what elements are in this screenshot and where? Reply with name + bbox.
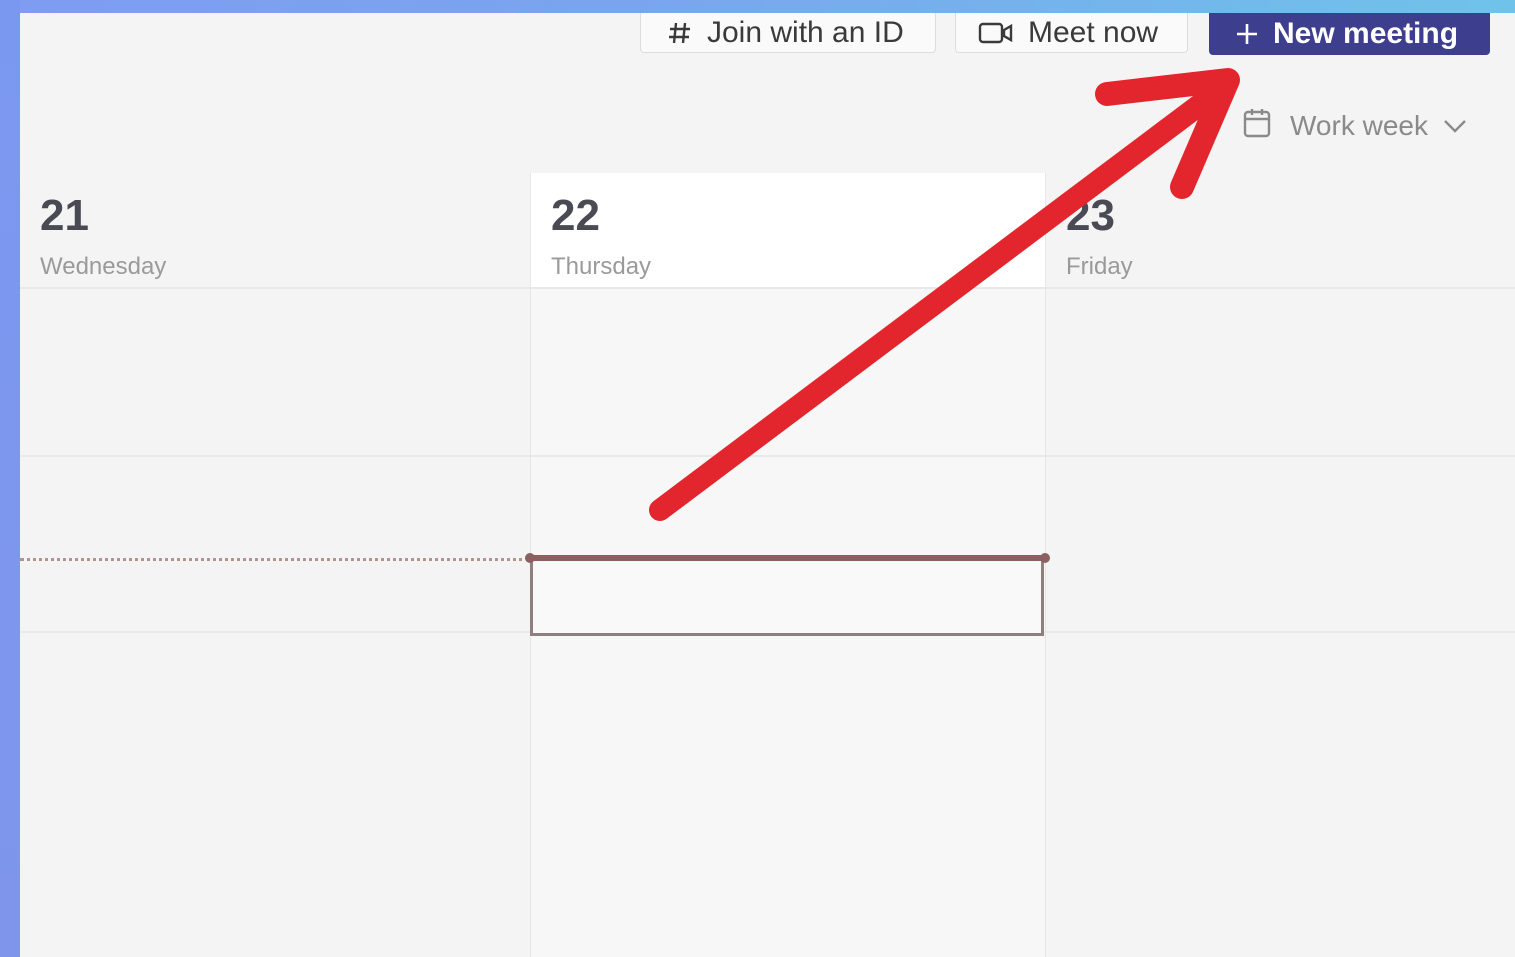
day-column-wednesday[interactable]: 21 Wednesday	[20, 173, 530, 957]
current-time-indicator-past	[20, 558, 530, 561]
video-icon	[978, 20, 1014, 46]
day-name: Wednesday	[40, 253, 167, 280]
day-column-friday[interactable]: 23 Friday	[1046, 173, 1515, 957]
time-slot-divider	[20, 631, 530, 633]
day-name: Friday	[1066, 253, 1133, 280]
time-slot-divider	[1046, 455, 1515, 457]
selected-time-slot[interactable]	[530, 558, 1044, 636]
calendar-grid: 21 Wednesday 22 Thursday 23 Friday	[20, 173, 1515, 957]
day-header: 22 Thursday	[531, 173, 1045, 289]
plus-icon	[1235, 22, 1259, 46]
join-with-id-label: Join with an ID	[707, 15, 904, 49]
meet-now-button[interactable]: Meet now	[955, 13, 1188, 53]
day-number: 21	[40, 191, 89, 240]
current-time-marker	[1040, 553, 1050, 563]
time-slot-divider	[1046, 631, 1515, 633]
new-meeting-button[interactable]: New meeting	[1209, 13, 1490, 55]
view-selector[interactable]: Work week	[1242, 108, 1468, 144]
day-header: 23 Friday	[1046, 173, 1515, 289]
day-number: 22	[551, 191, 600, 240]
current-time-indicator	[530, 555, 1046, 561]
calendar-header: Join with an ID Meet now New meeting Wor…	[20, 13, 1515, 174]
meet-now-label: Meet now	[1028, 15, 1159, 49]
view-selector-label: Work week	[1290, 110, 1428, 141]
day-header: 21 Wednesday	[20, 173, 530, 289]
window-frame-left	[0, 0, 20, 957]
current-time-marker	[525, 553, 535, 563]
calendar-app: Join with an ID Meet now New meeting Wor…	[20, 13, 1515, 957]
join-with-id-button[interactable]: Join with an ID	[640, 13, 936, 53]
time-slot-divider	[531, 455, 1045, 457]
chevron-down-icon	[1442, 110, 1468, 142]
time-slot-divider	[20, 455, 530, 457]
day-name: Thursday	[551, 253, 652, 280]
day-number: 23	[1066, 191, 1115, 240]
new-meeting-label: New meeting	[1273, 17, 1459, 50]
calendar-icon	[1242, 107, 1272, 146]
hash-icon	[667, 20, 693, 46]
